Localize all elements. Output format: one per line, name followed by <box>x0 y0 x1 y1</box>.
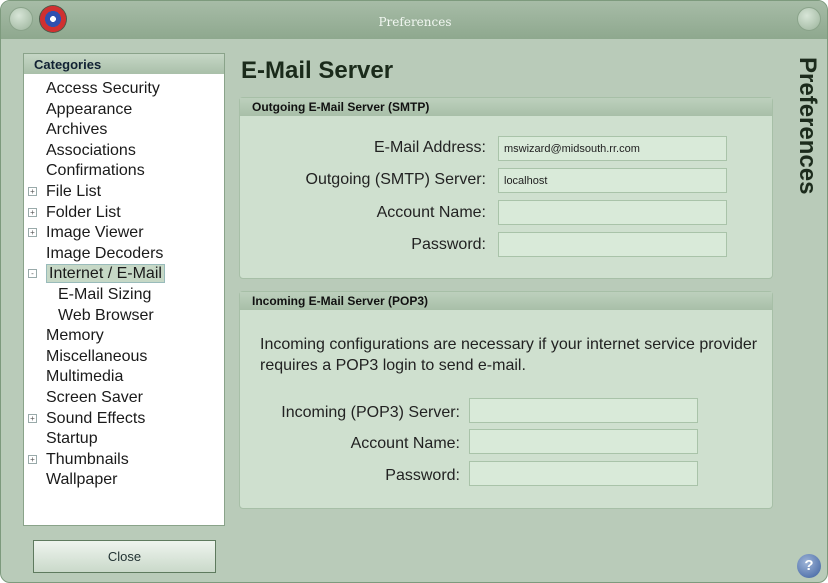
categories-header: Categories <box>24 54 224 74</box>
smtp-server-field[interactable]: localhost <box>498 168 727 193</box>
sidebar-item[interactable]: Web Browser <box>24 306 224 327</box>
pop3-password-row: Password: <box>240 464 460 488</box>
sidebar-item[interactable]: + Image Viewer <box>24 223 224 244</box>
pop3-account-label: Account Name: <box>350 435 460 452</box>
sidebar-item-label: File List <box>46 182 102 200</box>
collapse-icon[interactable]: - <box>28 269 37 279</box>
sidebar-item-label: Appearance <box>46 100 133 118</box>
expand-icon[interactable]: + <box>28 228 37 238</box>
smtp-password-row: Password: <box>240 233 486 257</box>
smtp-account-label: Account Name: <box>376 204 486 221</box>
sidebar-item[interactable]: + Sound Effects <box>24 409 224 430</box>
pop3-server-label: Incoming (POP3) Server: <box>281 404 460 421</box>
expand-icon[interactable]: + <box>28 413 37 423</box>
preferences-side-tab: Preferences <box>791 57 821 537</box>
close-button[interactable]: Close <box>33 540 216 573</box>
sidebar-item[interactable]: Access Security <box>24 79 224 100</box>
smtp-password-field[interactable] <box>498 232 727 257</box>
pop3-password-field[interactable] <box>469 461 698 486</box>
page-title: E-Mail Server <box>241 57 394 84</box>
help-icon[interactable]: ? <box>797 554 821 578</box>
pop3-password-label: Password: <box>385 467 460 484</box>
sidebar-item-label: Associations <box>46 141 136 159</box>
pop3-account-row: Account Name: <box>240 432 460 456</box>
smtp-server-label: Outgoing (SMTP) Server: <box>305 171 487 188</box>
categories-list: Access Security Appearance Archives Associa… <box>24 74 224 491</box>
sidebar-item-label: Startup <box>46 430 98 448</box>
smtp-server-row: Outgoing (SMTP) Server: <box>240 168 487 192</box>
sidebar-item-label: Wallpaper <box>46 471 118 489</box>
sidebar-item[interactable]: - Internet / E-Mail <box>24 264 224 285</box>
pop3-note: Incoming configurations are necessary if… <box>260 336 758 374</box>
title-bar[interactable]: Preferences <box>1 1 827 39</box>
sidebar-item-label: Sound Effects <box>46 409 146 427</box>
preferences-side-label: Preferences <box>794 57 821 195</box>
sidebar-item-label: Image Decoders <box>46 244 164 262</box>
smtp-account-row: Account Name: <box>240 201 486 225</box>
sidebar-item[interactable]: Miscellaneous <box>24 347 224 368</box>
window-close-button[interactable] <box>797 7 821 31</box>
sidebar-item-label: Screen Saver <box>46 388 143 406</box>
sidebar-item-label: Memory <box>46 327 104 345</box>
sidebar-item[interactable]: + File List <box>24 182 224 203</box>
sidebar-item[interactable]: Appearance <box>24 100 224 121</box>
sidebar-item[interactable]: Image Decoders <box>24 244 224 265</box>
categories-panel: Categories Access Security Appearance Arch… <box>23 53 225 526</box>
expand-icon[interactable]: + <box>28 207 37 217</box>
sidebar-item-label: Thumbnails <box>46 450 129 468</box>
sidebar-item[interactable]: Startup <box>24 429 224 450</box>
pop3-server-row: Incoming (POP3) Server: <box>240 401 460 425</box>
email-address-row: E-Mail Address: <box>240 136 486 160</box>
pop3-group-header: Incoming E-Mail Server (POP3) <box>240 292 772 310</box>
pop3-account-field[interactable] <box>469 429 698 454</box>
sidebar-item-label: Web Browser <box>58 306 154 324</box>
pop3-server-field[interactable] <box>469 398 698 423</box>
sidebar-item[interactable]: Wallpaper <box>24 470 224 491</box>
sidebar-item-label: Access Security <box>46 80 160 97</box>
pop3-group: Incoming E-Mail Server (POP3) Incoming c… <box>239 291 773 509</box>
sidebar-item[interactable]: Screen Saver <box>24 388 224 409</box>
expand-icon[interactable]: + <box>28 454 37 464</box>
smtp-password-label: Password: <box>411 236 486 253</box>
sidebar-item[interactable]: Archives <box>24 120 224 141</box>
sidebar-item-label: Folder List <box>46 203 121 221</box>
sidebar-item[interactable]: Multimedia <box>24 367 224 388</box>
smtp-group-header: Outgoing E-Mail Server (SMTP) <box>240 98 772 116</box>
expand-icon[interactable]: + <box>28 186 37 196</box>
sidebar-item-label: Confirmations <box>46 162 145 180</box>
email-address-field[interactable]: mswizard@midsouth.rr.com <box>498 136 727 161</box>
sidebar-item[interactable]: Memory <box>24 326 224 347</box>
sidebar-item[interactable]: Confirmations <box>24 161 224 182</box>
smtp-group: Outgoing E-Mail Server (SMTP) E-Mail Add… <box>239 97 773 279</box>
sidebar-item-label: Multimedia <box>46 368 124 386</box>
preferences-window: Preferences Categories Access Security Ap… <box>0 0 828 583</box>
window-title: Preferences <box>378 15 452 29</box>
sidebar-item[interactable]: E-Mail Sizing <box>24 285 224 306</box>
sidebar-item[interactable]: + Folder List <box>24 203 224 224</box>
email-address-label: E-Mail Address: <box>373 139 486 156</box>
sidebar-item-label: Miscellaneous <box>46 347 148 365</box>
sidebar-item-label: Image Viewer <box>46 224 144 242</box>
sidebar-item-label: Internet / E-Mail <box>46 264 165 284</box>
sidebar-item-label: Archives <box>46 121 108 139</box>
smtp-account-field[interactable] <box>498 200 727 225</box>
sidebar-item[interactable]: + Thumbnails <box>24 450 224 471</box>
sidebar-item-label: E-Mail Sizing <box>58 285 152 303</box>
sidebar-item[interactable]: Associations <box>24 141 224 162</box>
